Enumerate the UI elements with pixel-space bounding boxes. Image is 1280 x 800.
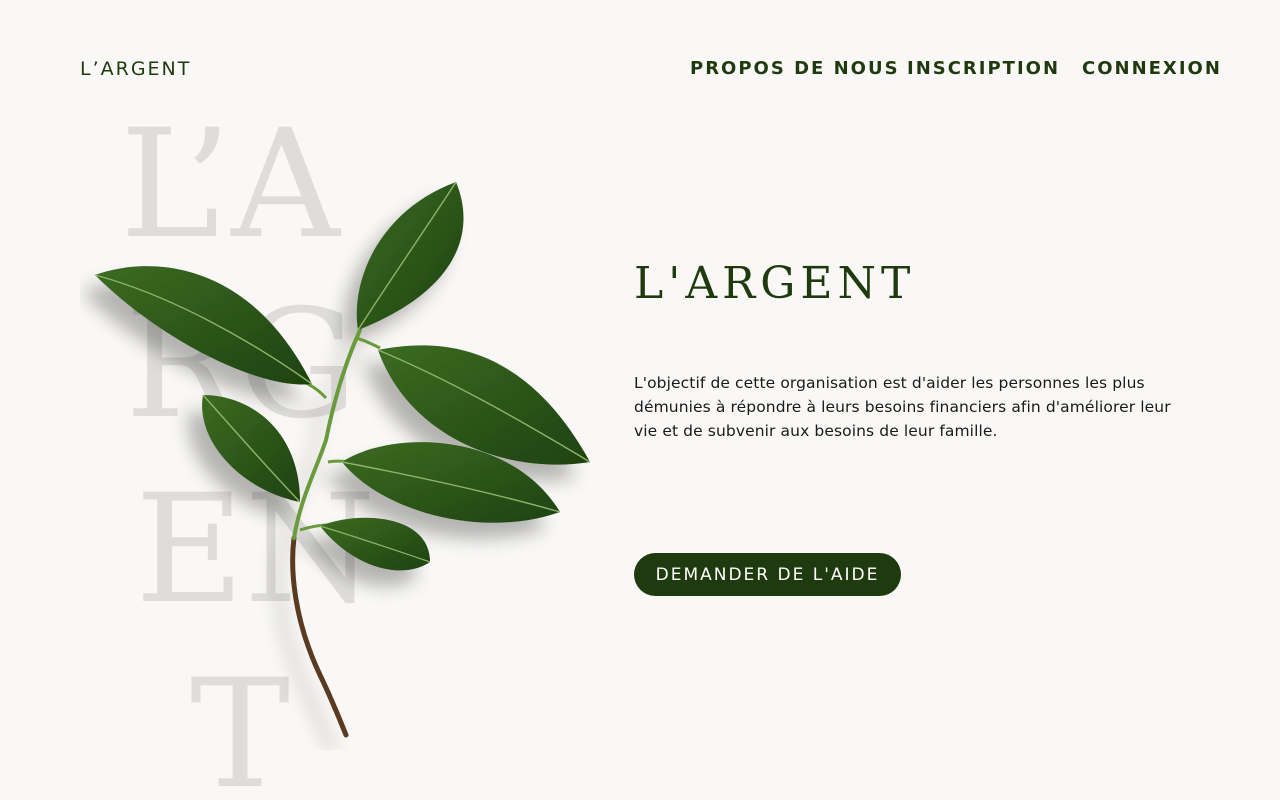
green-leaf-branch-icon	[94, 181, 591, 738]
nav-link-inscription[interactable]: INSCRIPTION	[907, 58, 1060, 79]
nav-link-connexion[interactable]: CONNEXION	[1082, 58, 1222, 79]
main-nav: PROPOS DE NOUS INSCRIPTION CONNEXION	[690, 58, 1220, 82]
hero-description: L'objectif de cette organisation est d'a…	[634, 374, 1171, 440]
site-logo[interactable]: L’ARGENT	[80, 58, 191, 80]
hero-title: L'ARGENT	[634, 258, 916, 309]
nav-link-propos-de-nous[interactable]: PROPOS DE NOUS	[690, 58, 900, 79]
request-help-button[interactable]: DEMANDER DE L'AIDE	[634, 553, 901, 596]
